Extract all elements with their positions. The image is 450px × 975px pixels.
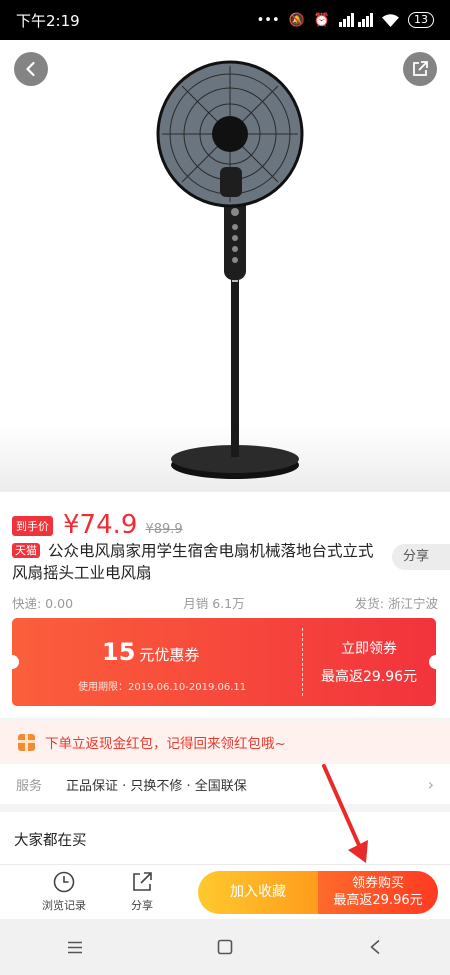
history-label: 浏览记录 <box>42 899 86 912</box>
red-packet-notice[interactable]: 下单立返现金红包，记得回来领红包哦~ <box>0 722 450 762</box>
share-out-icon <box>413 61 428 76</box>
final-price-tag: 到手价 <box>12 516 53 536</box>
share-label: 分享 <box>131 899 153 912</box>
status-icons: ••• 🔕 ⏰ 13 <box>257 12 434 28</box>
gift-icon <box>18 733 35 751</box>
meta-row: 快递: 0.00 月销 6.1万 发货: 浙江宁波 <box>12 593 438 612</box>
history-button[interactable]: 浏览记录 <box>34 870 94 913</box>
tmall-tag: 天猫 <box>12 543 40 558</box>
status-time: 下午2:19 <box>16 11 80 30</box>
add-favorite-button[interactable]: 加入收藏 <box>198 871 318 914</box>
bottom-action-bar: 浏览记录 分享 加入收藏 领券购买 最高返29.96元 <box>0 864 450 919</box>
wifi-icon <box>382 13 399 27</box>
menu-icon <box>68 941 82 953</box>
product-image[interactable] <box>0 40 450 492</box>
battery-icon: 13 <box>408 12 434 28</box>
price-row: 到手价 ¥74.9 ¥89.9 <box>12 510 183 540</box>
section-title: 大家都在买 <box>0 812 450 864</box>
coupon-text: 元优惠券 <box>139 646 200 664</box>
ship-from: 发货: 浙江宁波 <box>354 596 438 611</box>
monthly-sales: 月销 6.1万 <box>183 596 245 611</box>
fan-illustration <box>156 60 304 479</box>
shipping-fee: 快递: 0.00 <box>12 596 74 611</box>
service-text: 正品保证 · 只换不修 · 全国联保 <box>66 778 247 794</box>
back-button[interactable] <box>14 52 48 86</box>
price: ¥74.9 <box>63 510 138 540</box>
coupon-main: 15 元优惠券 <box>102 638 199 666</box>
buy-label: 领券购买 <box>351 876 404 891</box>
claim-coupon-button[interactable]: 立即领券 <box>302 638 436 658</box>
product-title: 天猫 公众电风扇家用学生宿舍电扇机械落地台式立式风扇摇头工业电风扇 <box>12 540 382 584</box>
service-row[interactable]: 服务 正品保证 · 只换不修 · 全国联保 › <box>0 764 450 804</box>
original-price: ¥89.9 <box>145 522 183 537</box>
product-info: 到手价 ¥74.9 ¥89.9 天猫 公众电风扇家用学生宿舍电扇机械落地台式立式风… <box>0 492 450 718</box>
clock-icon <box>53 871 75 893</box>
alarm-icon: ⏰ <box>313 12 330 28</box>
service-label: 服务 <box>16 778 43 794</box>
home-button[interactable] <box>205 927 245 967</box>
share-bottom-button[interactable]: 分享 <box>112 870 172 913</box>
square-icon <box>217 939 233 955</box>
more-dots-icon: ••• <box>256 12 280 28</box>
mute-icon: 🔕 <box>288 12 305 28</box>
system-nav-bar <box>0 919 450 975</box>
signal-icon <box>339 13 373 27</box>
back-triangle-icon <box>370 939 380 955</box>
chevron-left-icon <box>26 61 35 77</box>
coupon-card[interactable]: 15 元优惠券 使用期限：2019.06.10-2019.06.11 立即领券 … <box>12 618 436 706</box>
system-back-button[interactable] <box>355 927 395 967</box>
coupon-rebate: 最高返29.96元 <box>320 669 418 685</box>
coupon-period: 使用期限：2019.06.10-2019.06.11 <box>78 682 247 693</box>
chevron-right-icon: › <box>427 774 434 794</box>
share-out-icon <box>133 872 152 891</box>
coupon-buy-button[interactable]: 领券购买 最高返29.96元 <box>318 871 438 914</box>
share-top-button[interactable] <box>403 52 437 86</box>
coupon-amount: 15 <box>102 638 136 666</box>
product-title-text: 公众电风扇家用学生宿舍电扇机械落地台式立式风扇摇头工业电风扇 <box>12 542 374 582</box>
coupon-notch-left <box>12 655 19 669</box>
share-button[interactable]: 分享 <box>392 544 450 570</box>
buy-rebate: 最高返29.96元 <box>333 893 423 908</box>
notice-text: 下单立返现金红包，记得回来领红包哦~ <box>45 736 286 752</box>
status-bar: 下午2:19 ••• 🔕 ⏰ 13 <box>0 0 450 40</box>
recent-apps-button[interactable] <box>55 927 95 967</box>
